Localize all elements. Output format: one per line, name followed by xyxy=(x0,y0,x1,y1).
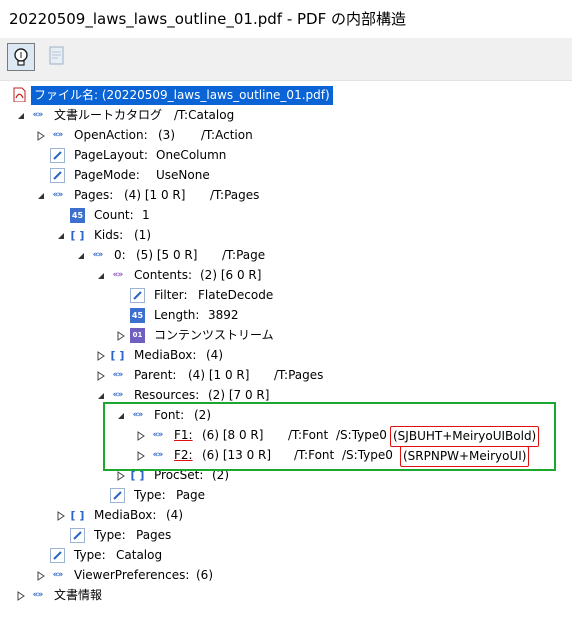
collapsed-triangle-icon[interactable] xyxy=(96,371,106,381)
pagemode-value: UseNone xyxy=(156,168,210,182)
catalog-type: /T:Catalog xyxy=(174,108,235,122)
name-icon xyxy=(50,168,65,183)
filter-value: FlateDecode xyxy=(198,288,274,302)
font-highlight-box xyxy=(103,402,556,471)
pages-mediabox-value: (4) xyxy=(166,508,183,522)
collapsed-triangle-icon[interactable] xyxy=(116,471,126,481)
window-title: 20220509_laws_laws_outline_01.pdf - PDF … xyxy=(9,10,406,28)
binary-stream-icon: 01 xyxy=(130,328,145,343)
lightbulb-icon xyxy=(14,48,28,66)
array-icon: [ ] xyxy=(70,509,85,522)
file-name-label: ファイル名: (20220509_laws_laws_outline_01.pd… xyxy=(31,86,333,105)
contents-label: Contents: xyxy=(134,268,193,282)
count-label: Count: xyxy=(94,208,134,222)
pages-type: /T:Pages xyxy=(210,188,260,202)
stream-dictionary-icon: «» xyxy=(112,270,124,280)
collapsed-triangle-icon[interactable] xyxy=(16,591,26,601)
array-icon: [ ] xyxy=(70,229,85,242)
pages-mediabox-label: MediaBox: xyxy=(94,508,157,522)
expanded-triangle-icon[interactable] xyxy=(76,251,86,261)
page0-label: 0: xyxy=(114,248,126,262)
collapsed-triangle-icon[interactable] xyxy=(36,571,46,581)
dictionary-icon: «» xyxy=(32,110,44,120)
page-type-value: Page xyxy=(176,488,206,502)
name-icon xyxy=(130,288,145,303)
expanded-triangle-icon[interactable] xyxy=(96,391,106,401)
count-value: 1 xyxy=(142,208,150,222)
catalog-type-value: Catalog xyxy=(116,548,163,562)
structure-tree[interactable]: ファイル名: (20220509_laws_laws_outline_01.pd… xyxy=(0,81,572,626)
page-type-label: Type: xyxy=(134,488,166,502)
filter-label: Filter: xyxy=(154,288,188,302)
openaction-count: (3) xyxy=(158,128,175,142)
pages-type-value: Pages xyxy=(136,528,172,542)
dictionary-icon: «» xyxy=(52,190,64,200)
length-value: 3892 xyxy=(208,308,239,322)
collapsed-triangle-icon[interactable] xyxy=(96,351,106,361)
parent-type: /T:Pages xyxy=(274,368,324,382)
content-stream-label: コンテンツストリーム xyxy=(154,328,274,342)
kids-label: Kids: xyxy=(94,228,124,242)
name-icon xyxy=(110,488,125,503)
viewerprefs-value: (6) xyxy=(196,568,213,582)
catalog-label: 文書ルートカタログ xyxy=(54,108,163,122)
dictionary-icon: «» xyxy=(52,130,64,140)
dictionary-icon: «» xyxy=(92,250,104,260)
name-icon xyxy=(70,528,85,543)
length-label: Length: xyxy=(154,308,200,322)
dictionary-icon: «» xyxy=(32,590,44,600)
collapsed-triangle-icon[interactable] xyxy=(36,131,46,141)
pdf-file-icon xyxy=(13,87,26,102)
name-icon xyxy=(50,148,65,163)
viewerprefs-label: ViewerPreferences: xyxy=(74,568,190,582)
parent-info: (4) [1 0 R] xyxy=(188,368,250,382)
number-icon: 45 xyxy=(130,308,145,323)
expanded-triangle-icon[interactable] xyxy=(36,191,46,201)
kids-value: (1) xyxy=(134,228,151,242)
expanded-triangle-icon[interactable] xyxy=(96,271,106,281)
dictionary-icon: «» xyxy=(112,390,124,400)
toolbar xyxy=(0,38,572,81)
pagelayout-label: PageLayout: xyxy=(74,148,148,162)
array-icon: [ ] xyxy=(110,349,125,362)
contents-info: (2) [6 0 R] xyxy=(200,268,262,282)
collapsed-triangle-icon[interactable] xyxy=(56,511,66,521)
lightbulb-button[interactable] xyxy=(7,43,35,71)
pages-label: Pages: xyxy=(74,188,114,202)
pages-type-label: Type: xyxy=(94,528,126,542)
page0-info: (5) [5 0 R] xyxy=(136,248,198,262)
openaction-label: OpenAction: xyxy=(74,128,148,142)
dictionary-icon: «» xyxy=(52,570,64,580)
expanded-triangle-icon[interactable] xyxy=(56,231,66,241)
pagemode-label: PageMode: xyxy=(74,168,140,182)
number-icon: 45 xyxy=(70,208,85,223)
title-bar: 20220509_laws_laws_outline_01.pdf - PDF … xyxy=(0,0,572,38)
document-button[interactable] xyxy=(44,43,72,71)
parent-label: Parent: xyxy=(134,368,177,382)
mediabox-value: (4) xyxy=(206,348,223,362)
document-icon xyxy=(49,46,64,65)
page0-type: /T:Page xyxy=(222,248,266,262)
openaction-type: /T:Action xyxy=(201,128,253,142)
name-icon xyxy=(50,548,65,563)
catalog-type-label: Type: xyxy=(74,548,106,562)
docinfo-label: 文書情報 xyxy=(54,588,103,602)
expanded-triangle-icon[interactable] xyxy=(16,111,26,121)
pagelayout-value: OneColumn xyxy=(156,148,227,162)
pages-info: (4) [1 0 R] xyxy=(124,188,186,202)
collapsed-triangle-icon[interactable] xyxy=(116,331,126,341)
mediabox-label: MediaBox: xyxy=(134,348,197,362)
dictionary-icon: «» xyxy=(112,370,124,380)
